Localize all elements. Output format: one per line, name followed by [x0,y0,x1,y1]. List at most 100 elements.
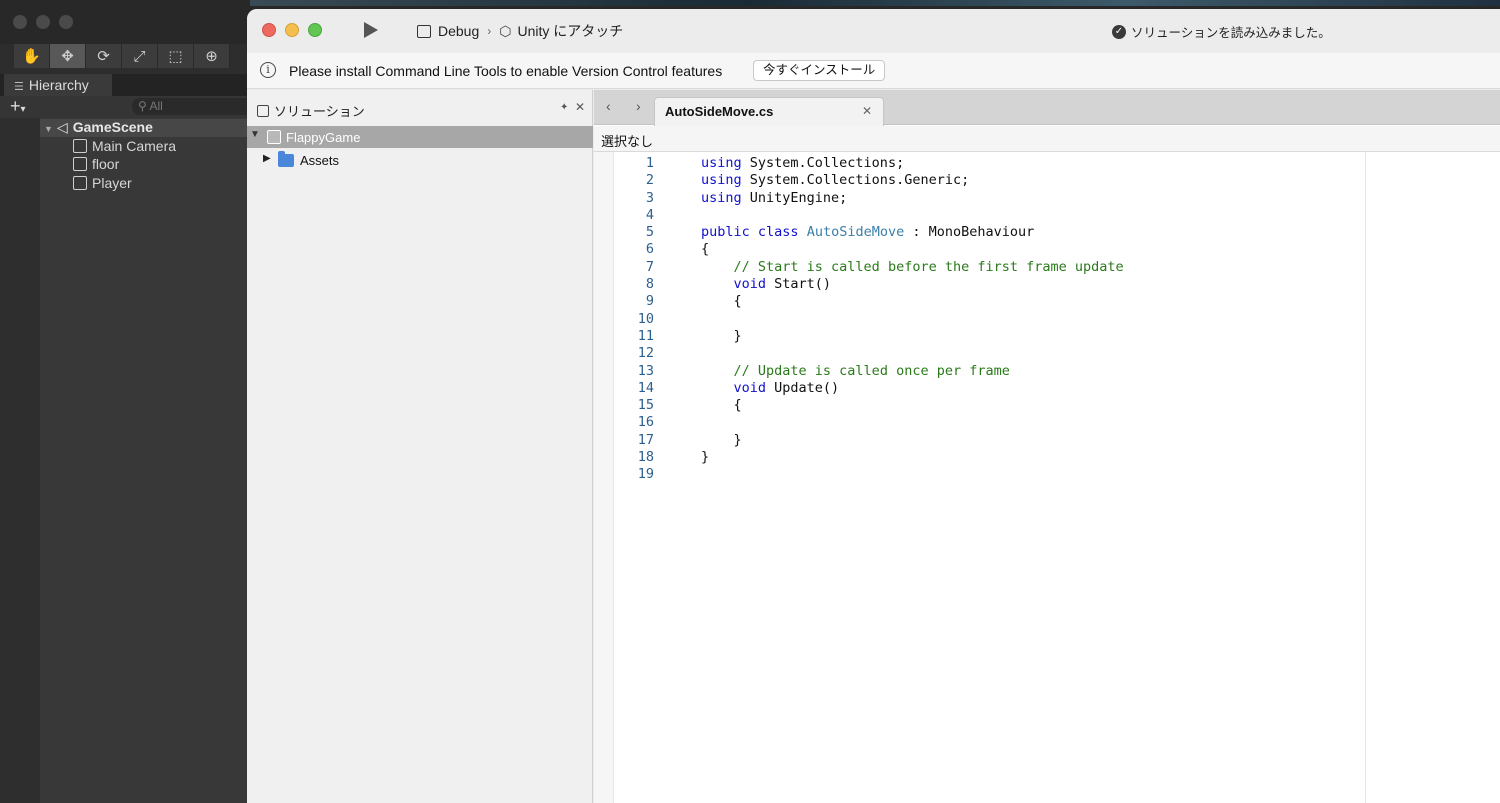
minimize-window-button[interactable] [285,23,299,37]
solution-item-assets[interactable]: ▶ Assets [247,149,593,171]
hierarchy-tab-label: Hierarchy [28,77,89,93]
hierarchy-item-main-camera[interactable]: Main Camera [40,138,250,156]
info-bar: i Please install Command Line Tools to e… [247,53,1500,89]
line-number: 18 [637,449,654,466]
solution-pane-header: ソリューション ✦ ✕ [247,90,593,126]
code-lines: 1 using System.Collections; 2 using System… [594,155,1500,484]
add-label: + [10,96,21,116]
line-number: 3 [645,189,654,206]
line-number: 14 [637,379,654,396]
object-label: floor [92,156,120,172]
line-number: 10 [637,310,654,327]
expand-triangle-icon[interactable]: ▼ [250,129,260,140]
solution-item-flappygame[interactable]: ▼ FlappyGame [247,126,593,148]
chevron-down-icon: ▾ [20,104,26,115]
code-line: 2 using System.Collections.Generic; [594,172,1500,189]
window-icon [417,24,431,38]
code-text: { [701,397,742,414]
checkmark-circle-icon: ✓ [1112,24,1126,39]
zoom-window-button[interactable] [308,23,322,37]
code-line: 3 using UnityEngine; [594,190,1500,207]
code-editor[interactable]: ‹ › AutoSideMove.cs ✕ 選択なし 1 using System… [594,90,1500,803]
forward-icon[interactable]: › [636,98,641,114]
code-line: 11 } [594,328,1500,345]
code-line: 10 [594,311,1500,328]
code-line: 7 // Start is called before the first fr… [594,259,1500,276]
status-text: ソリューションを読み込みました。 [1131,26,1331,40]
hierarchy-search-input[interactable]: ⚲ All [132,98,252,115]
solution-root-label: FlappyGame [286,130,361,145]
info-message: Please install Command Line Tools to ena… [289,63,723,79]
search-icon: ⚲ [138,99,147,113]
info-icon: i [260,62,276,78]
solution-title-text: ソリューション [274,104,365,119]
close-window-button[interactable] [262,23,276,37]
tab-autosidemove[interactable]: AutoSideMove.cs ✕ [654,97,884,126]
hierarchy-gutter [0,118,40,803]
assets-folder-label: Assets [300,153,340,168]
unity-zoom-button[interactable] [59,15,73,29]
solution-pane: ソリューション ✦ ✕ ▼ FlappyGame ▶ Assets [247,90,593,803]
solution-icon [267,130,281,144]
code-line: 13 // Update is called once per frame [594,363,1500,380]
run-button[interactable] [364,22,378,38]
hierarchy-item-gamescene[interactable]: ▼ ◁ GameScene [40,119,250,137]
line-number: 11 [637,327,654,344]
rotate-icon[interactable]: ⟳ [86,44,122,68]
line-number: 1 [645,155,654,171]
code-text: { [701,293,742,310]
install-now-button[interactable]: 今すぐインストール [753,60,886,81]
code-text: void Update() [733,379,840,396]
code-line: 19 [594,466,1500,483]
vs-titlebar: Debug › ⬡ Unity にアタッチ ✓ ソリューションを読み込みました。 [247,9,1500,53]
code-text: { [701,241,710,258]
breadcrumb-label: 選択なし [601,134,654,149]
tab-label: AutoSideMove.cs [665,104,774,119]
close-tab-icon[interactable]: ✕ [862,104,872,118]
list-icon: ☰ [14,81,24,93]
code-text: void Start() [733,276,832,293]
pin-icon[interactable]: ✦ [560,102,568,113]
code-text: } [701,327,742,344]
unity-close-button[interactable] [13,15,27,29]
gameobject-cube-icon [73,139,87,153]
status-message: ✓ ソリューションを読み込みました。 [1112,22,1331,41]
move-icon[interactable]: ✥ [50,44,86,68]
code-line: 1 using System.Collections; [594,155,1500,172]
code-line: 17 } [594,432,1500,449]
rect-icon[interactable]: ⬚ [158,44,194,68]
object-label: Player [92,175,132,191]
add-object-button[interactable]: +▾ [10,96,26,117]
code-line: 9 { [594,293,1500,310]
tab-hierarchy[interactable]: ☰ Hierarchy [4,74,112,96]
unity-minimize-button[interactable] [36,15,50,29]
scale-icon[interactable]: ⤢ [122,44,158,68]
line-number: 8 [645,276,654,293]
close-icon[interactable]: ✕ [575,100,585,114]
unity-cube-icon: ⬡ [499,22,512,39]
gameobject-cube-icon [73,157,87,171]
line-number: 2 [645,172,654,189]
line-number: 12 [637,345,654,362]
breadcrumb[interactable]: 選択なし [594,126,1500,152]
collapse-triangle-icon[interactable]: ▶ [263,153,271,164]
line-number: 13 [637,362,654,379]
transform-icon[interactable]: ⊕ [194,44,230,68]
hand-icon[interactable]: ✋ [14,44,50,68]
code-text: using System.Collections.Generic; [701,172,970,189]
code-text: } [701,449,710,466]
code-line: 4 [594,207,1500,224]
hierarchy-item-player[interactable]: Player [40,175,250,193]
back-icon[interactable]: ‹ [606,98,611,114]
line-number: 17 [637,431,654,448]
code-line: 14 void Update() [594,380,1500,397]
object-label: Main Camera [92,138,177,154]
run-configuration-selector[interactable]: Debug › ⬡ Unity にアタッチ [417,21,623,41]
desktop-background-strip [250,0,1500,6]
editor-tab-bar: ‹ › AutoSideMove.cs ✕ [594,90,1500,126]
code-line: 15 { [594,397,1500,414]
code-line: 5 public class AutoSideMove : MonoBehavio… [594,224,1500,241]
expand-triangle-icon[interactable]: ▼ [44,124,53,134]
gameobject-cube-icon [73,176,87,190]
hierarchy-item-floor[interactable]: floor [40,156,250,174]
